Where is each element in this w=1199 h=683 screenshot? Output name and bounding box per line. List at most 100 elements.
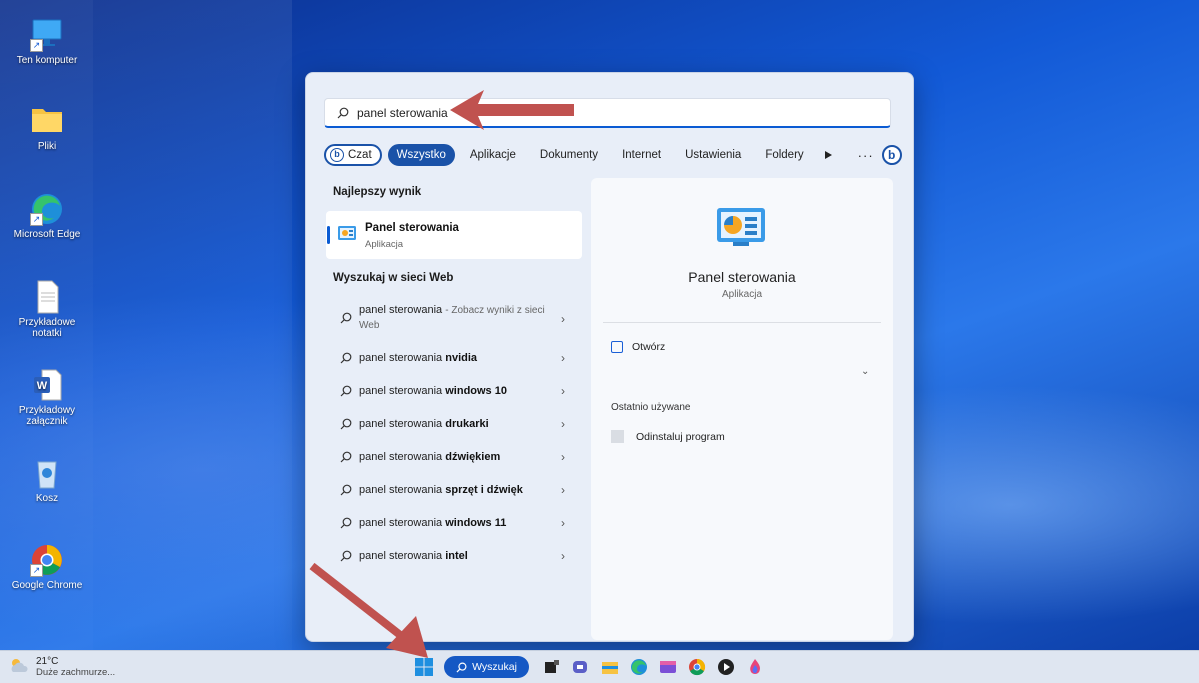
weather-temperature: 21°C xyxy=(36,656,59,667)
desktop-icon-edge[interactable]: ↗ Microsoft Edge xyxy=(4,192,90,240)
filter-internet[interactable]: Internet xyxy=(613,144,670,166)
app-flame-icon[interactable] xyxy=(746,658,764,676)
shortcut-arrow-icon: ↗ xyxy=(30,213,43,226)
teams-chat-icon[interactable] xyxy=(572,658,590,676)
recycle-bin-icon xyxy=(30,456,64,490)
desktop-icon-label: Google Chrome xyxy=(11,580,83,591)
web-result-row[interactable]: panel sterowania dźwiękiem › xyxy=(326,441,582,474)
program-icon xyxy=(611,430,624,443)
search-panel: b Czat Wszystko Aplikacje Dokumenty Inte… xyxy=(305,72,914,642)
shortcut-arrow-icon: ↗ xyxy=(30,564,43,577)
taskbar: 21°C Duże zachmurze... Wyszukaj xyxy=(0,650,1199,683)
desktop-icon-label: Kosz xyxy=(35,493,59,504)
control-panel-icon xyxy=(338,226,356,242)
web-result-text: panel sterowania windows 11 xyxy=(359,517,507,529)
desktop-sheen xyxy=(93,0,292,650)
selection-indicator xyxy=(327,226,330,244)
search-box[interactable] xyxy=(324,98,891,128)
details-type: Aplikacja xyxy=(721,289,763,300)
task-view-icon[interactable] xyxy=(543,658,561,676)
recent-heading: Ostatnio używane xyxy=(611,402,691,413)
search-icon xyxy=(340,385,352,397)
details-pane: Panel sterowania Aplikacja Otwórz ⌄ Osta… xyxy=(591,178,893,640)
filter-apps[interactable]: Aplikacje xyxy=(461,144,525,166)
filter-chat[interactable]: b Czat xyxy=(324,144,382,166)
chevron-right-icon: › xyxy=(561,351,565,365)
edge-icon: ↗ xyxy=(30,192,64,226)
best-match-item[interactable]: Panel sterowania Aplikacja xyxy=(326,211,582,259)
desktop-icon-label: Przykładowe notatki xyxy=(18,317,76,339)
folder-icon xyxy=(30,104,64,138)
desktop-icon-label: Microsoft Edge xyxy=(13,229,81,240)
web-result-row[interactable]: panel sterowania - Zobacz wyniki z sieci… xyxy=(326,299,582,339)
control-panel-large-icon xyxy=(717,208,765,248)
web-result-text: panel sterowania sprzęt i dźwięk xyxy=(359,484,523,496)
desktop-icon-files[interactable]: Pliki xyxy=(4,104,90,152)
desktop-icon-notes[interactable]: Przykładowe notatki xyxy=(4,280,90,339)
desktop-icon-recycle-bin[interactable]: Kosz xyxy=(4,456,90,504)
svg-text:W: W xyxy=(37,380,48,392)
document-icon xyxy=(30,280,64,314)
filter-all[interactable]: Wszystko xyxy=(387,144,455,166)
web-result-row[interactable]: panel sterowania windows 10 › xyxy=(326,375,582,408)
search-icon xyxy=(456,662,467,673)
chrome-icon[interactable] xyxy=(688,658,706,676)
open-external-icon xyxy=(611,341,623,353)
web-result-row[interactable]: panel sterowania nvidia › xyxy=(326,342,582,375)
search-icon xyxy=(340,550,352,562)
filter-settings[interactable]: Ustawienia xyxy=(676,144,750,166)
chevron-right-icon: › xyxy=(561,483,565,497)
web-result-row[interactable]: panel sterowania windows 11 › xyxy=(326,507,582,540)
weather-widget[interactable]: 21°C Duże zachmurze... xyxy=(8,656,115,678)
bing-icon: b xyxy=(330,148,344,162)
web-result-text: panel sterowania - Zobacz wyniki z sieci… xyxy=(359,304,545,331)
desktop-icon-chrome[interactable]: ↗ Google Chrome xyxy=(4,543,90,591)
recent-item-label: Odinstaluj program xyxy=(636,430,725,443)
chevron-right-icon: › xyxy=(561,312,565,326)
chevron-right-icon: › xyxy=(561,384,565,398)
divider xyxy=(603,322,881,323)
search-icon xyxy=(340,517,352,529)
open-action[interactable]: Otwórz xyxy=(611,341,665,353)
desktop-icon-attachment[interactable]: W Przykładowy załącznik xyxy=(4,368,90,427)
web-result-row[interactable]: panel sterowania sprzęt i dźwięk › xyxy=(326,474,582,507)
details-name: Panel sterowania xyxy=(688,269,796,285)
chevron-right-icon: › xyxy=(561,549,565,563)
desktop-icon-label: Pliki xyxy=(37,141,57,152)
desktop-icon-this-pc[interactable]: ↗ Ten komputer xyxy=(4,18,90,66)
bing-chat-icon[interactable]: b xyxy=(881,145,902,165)
start-button-windows-icon[interactable] xyxy=(415,658,433,676)
search-icon xyxy=(337,107,349,119)
web-result-text: panel sterowania intel xyxy=(359,550,468,562)
search-icon xyxy=(340,418,352,430)
search-icon xyxy=(340,352,352,364)
web-result-text: panel sterowania nvidia xyxy=(359,352,478,364)
search-input[interactable] xyxy=(355,104,859,121)
more-options-button[interactable]: ··· xyxy=(858,148,874,163)
chevron-right-icon: › xyxy=(561,516,565,530)
filter-folders[interactable]: Foldery xyxy=(756,144,812,166)
desktop-icon-label: Przykładowy załącznik xyxy=(18,405,76,427)
file-explorer-icon[interactable] xyxy=(601,658,619,676)
shortcut-arrow-icon: ↗ xyxy=(30,39,43,52)
best-match-type: Aplikacja xyxy=(365,239,404,250)
best-match-name: Panel sterowania xyxy=(365,222,459,234)
edge-icon[interactable] xyxy=(630,658,648,676)
search-icon xyxy=(340,484,352,496)
web-result-row[interactable]: panel sterowania drukarki › xyxy=(326,408,582,441)
search-icon xyxy=(340,312,352,324)
search-icon xyxy=(340,451,352,463)
web-result-row[interactable]: panel sterowania intel › xyxy=(326,540,582,573)
best-match-heading: Najlepszy wynik xyxy=(333,186,422,198)
more-filters-arrow-icon[interactable] xyxy=(824,151,832,159)
taskbar-search-button[interactable]: Wyszukaj xyxy=(444,656,529,678)
recent-item[interactable]: Odinstaluj program xyxy=(611,430,725,443)
filter-documents[interactable]: Dokumenty xyxy=(531,144,607,166)
word-document-icon: W xyxy=(30,368,64,402)
media-player-icon[interactable] xyxy=(717,658,735,676)
web-search-heading: Wyszukaj w sieci Web xyxy=(333,272,454,284)
clipchamp-icon[interactable] xyxy=(659,658,677,676)
chevron-down-icon[interactable]: ⌄ xyxy=(861,366,869,377)
filter-bar: b Czat Wszystko Aplikacje Dokumenty Inte… xyxy=(324,143,902,167)
taskbar-search-label: Wyszukaj xyxy=(472,661,517,673)
